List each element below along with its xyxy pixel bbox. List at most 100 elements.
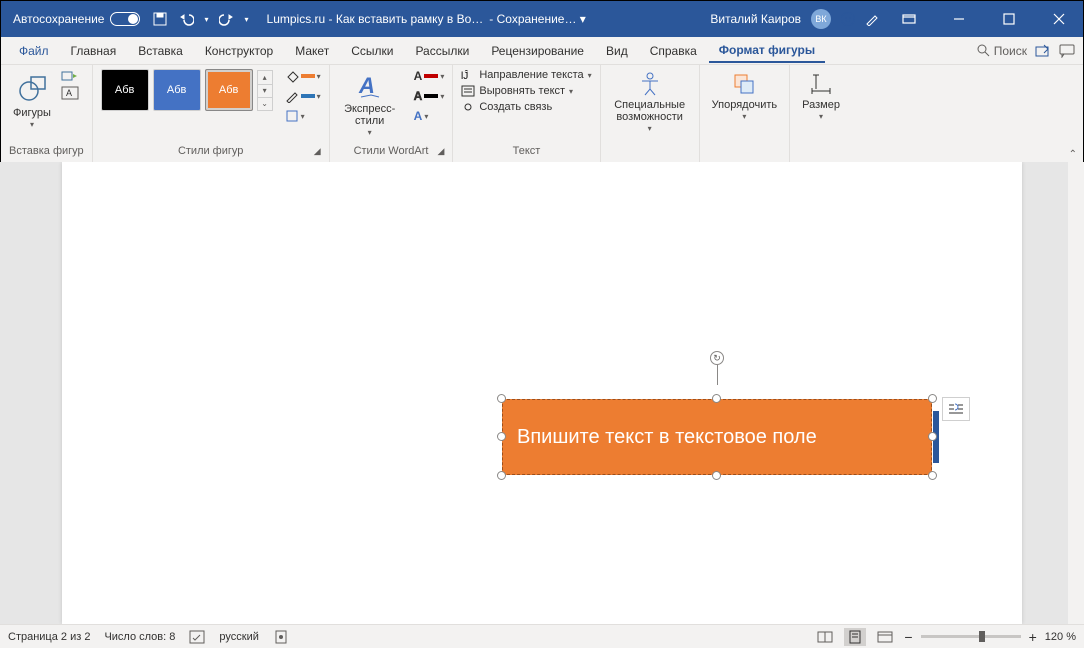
layout-options-icon [947,402,965,416]
tab-file[interactable]: Файл [9,40,59,62]
shapes-button[interactable]: Фигуры▾ [9,69,55,132]
minimize-button[interactable] [939,1,979,37]
group-label: Текст [461,142,591,160]
print-layout-button[interactable] [844,628,866,646]
gallery-scroll[interactable]: ▴▾⌄ [257,70,273,111]
tab-layout[interactable]: Макет [285,40,339,62]
draw-icon[interactable] [865,12,879,26]
toggle-switch-icon [110,12,140,26]
search-icon [977,44,990,57]
style-preset-1[interactable]: Абв [101,69,149,111]
vertical-scrollbar[interactable] [1068,162,1084,624]
selected-shape[interactable]: ↻ Впишите текст в текстовое поле [502,399,932,475]
resize-handle[interactable] [712,471,721,480]
avatar[interactable]: ВК [811,9,831,29]
tab-view[interactable]: Вид [596,40,638,62]
tab-insert[interactable]: Вставка [128,40,193,62]
accessibility-button[interactable]: Специальные возможности▾ [609,69,691,136]
rotate-handle[interactable]: ↻ [710,365,724,385]
shapes-icon [15,71,49,105]
document-title: Lumpics.ru - Как вставить рамку в Во… [267,12,484,26]
undo-icon[interactable] [178,11,194,27]
autosave-toggle[interactable]: Автосохранение [13,12,140,26]
qat-customize-icon[interactable]: ▾ [245,15,249,24]
group-wordart-styles: A Экспресс-стили▾ A▾ A▾ A▾ Стили WordArt… [330,65,454,162]
word-count[interactable]: Число слов: 8 [104,631,175,643]
pen-icon [285,89,299,103]
read-mode-button[interactable] [814,628,836,646]
tab-home[interactable]: Главная [61,40,127,62]
save-status: - Сохранение… ▾ [489,12,586,26]
resize-handle[interactable] [928,432,937,441]
tab-shape-format[interactable]: Формат фигуры [709,39,825,63]
style-preset-3[interactable]: Абв [205,69,253,111]
arrange-button[interactable]: Упорядочить▾ [708,69,781,124]
resize-handle[interactable] [712,394,721,403]
rotate-icon: ↻ [710,351,724,365]
close-button[interactable] [1039,1,1079,37]
create-link-button[interactable]: Создать связь [461,101,591,113]
layout-options-button[interactable] [942,397,970,421]
save-icon[interactable] [152,11,168,27]
text-box-icon[interactable]: A [61,86,79,100]
group-label: Стили фигур [178,145,243,157]
text-box-shape[interactable]: Впишите текст в текстовое поле [502,399,932,475]
zoom-slider[interactable] [921,635,1021,638]
group-shape-styles: Абв Абв Абв ▴▾⌄ ▾ ▾ ▾ Стили фигур ◢ [93,65,330,162]
macro-icon[interactable] [273,630,289,644]
tab-help[interactable]: Справка [640,40,707,62]
style-preset-2[interactable]: Абв [153,69,201,111]
shape-outline-button[interactable]: ▾ [285,89,321,103]
zoom-in-button[interactable]: + [1029,629,1037,645]
dialog-launcher-icon[interactable]: ◢ [314,146,321,157]
tab-design[interactable]: Конструктор [195,40,283,62]
shape-style-gallery[interactable]: Абв Абв Абв ▴▾⌄ [101,69,273,111]
language-indicator[interactable]: русский [219,631,258,643]
dialog-launcher-icon[interactable]: ◢ [437,146,444,157]
text-fill-button[interactable]: A▾ [414,69,445,83]
group-label: Стили WordArt [354,145,429,157]
shape-effects-button[interactable]: ▾ [285,109,321,123]
title-bar: Автосохранение ▾ ▾ Lumpics.ru - Как вста… [1,1,1083,37]
comments-icon[interactable] [1059,44,1075,58]
maximize-button[interactable] [989,1,1029,37]
shape-fill-button[interactable]: ▾ [285,69,321,83]
share-icon[interactable] [1035,44,1051,58]
resize-handle[interactable] [497,394,506,403]
page[interactable]: ↻ Впишите текст в текстовое поле [62,162,1022,624]
web-layout-button[interactable] [874,628,896,646]
collapse-ribbon-icon[interactable]: ⌃ [1069,149,1077,160]
status-bar: Страница 2 из 2 Число слов: 8 русский − … [0,624,1084,648]
search-button[interactable]: Поиск [977,44,1027,58]
wordart-icon: A [355,71,385,101]
resize-handle[interactable] [497,471,506,480]
undo-dropdown-icon[interactable]: ▾ [204,15,208,24]
feedback-icon[interactable] [841,12,855,26]
edit-shape-icon[interactable] [61,69,79,83]
redo-icon[interactable] [219,11,235,27]
document-area: ↻ Впишите текст в текстовое поле [0,162,1084,624]
wordart-styles-button[interactable]: A Экспресс-стили▾ [338,69,402,140]
accessibility-icon [637,71,663,97]
zoom-level[interactable]: 120 % [1045,631,1076,643]
page-indicator[interactable]: Страница 2 из 2 [8,631,90,643]
align-text-button[interactable]: Выровнять текст▾ [461,85,591,97]
size-button[interactable]: Размер▾ [798,69,844,124]
text-direction-button[interactable]: lĴНаправление текста▾ [461,69,591,81]
resize-handle[interactable] [928,471,937,480]
resize-handle[interactable] [928,394,937,403]
svg-text:lĴ: lĴ [461,69,468,81]
ribbon-display-button[interactable] [889,1,929,37]
svg-text:A: A [358,73,375,98]
size-icon [808,71,834,97]
tab-review[interactable]: Рецензирование [481,40,594,62]
text-outline-button[interactable]: A▾ [414,89,445,103]
text-direction-icon: lĴ [461,69,475,81]
text-effects-button[interactable]: A▾ [414,109,445,123]
resize-handle[interactable] [497,432,506,441]
user-name[interactable]: Виталий Каиров [710,12,801,26]
tab-mailings[interactable]: Рассылки [405,40,479,62]
tab-references[interactable]: Ссылки [341,40,403,62]
spellcheck-icon[interactable] [189,630,205,644]
zoom-out-button[interactable]: − [904,629,912,645]
